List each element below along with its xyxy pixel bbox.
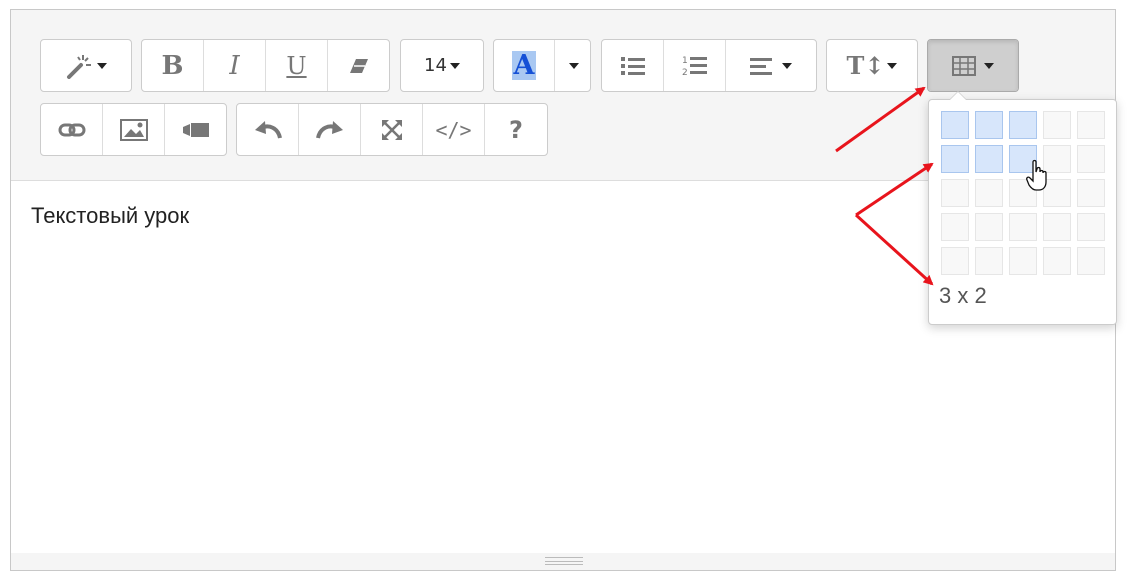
chevron-down-icon (569, 62, 579, 69)
table-group (927, 39, 1019, 92)
svg-text:2: 2 (682, 68, 688, 78)
fullscreen-button[interactable] (361, 104, 423, 155)
undo-icon (254, 120, 282, 139)
table-size-cell[interactable] (1043, 145, 1071, 173)
table-size-cell[interactable] (941, 111, 969, 139)
editor-content-text: Текстовый урок (31, 203, 190, 228)
style-group (40, 39, 132, 92)
bullet-list-icon (620, 56, 645, 75)
bold-icon: B (161, 50, 184, 81)
table-size-cell[interactable] (941, 145, 969, 173)
align-icon (750, 57, 772, 75)
undo-button[interactable] (237, 104, 299, 155)
font-color-icon: A (511, 50, 537, 81)
table-size-cell[interactable] (1009, 145, 1037, 173)
table-size-cell[interactable] (1043, 111, 1071, 139)
table-size-cell[interactable] (1043, 179, 1071, 207)
font-color-button[interactable]: A (494, 40, 555, 91)
table-size-cell[interactable] (1077, 145, 1105, 173)
table-size-cell[interactable] (975, 247, 1003, 275)
table-size-cell[interactable] (975, 179, 1003, 207)
table-size-cell[interactable] (975, 111, 1003, 139)
editor-statusbar (11, 553, 1115, 570)
image-icon (119, 118, 148, 141)
resize-handle[interactable] (545, 557, 583, 565)
table-size-cell[interactable] (1009, 247, 1037, 275)
line-height-dropdown-button[interactable]: T↕ (827, 40, 917, 91)
italic-button[interactable]: I (204, 40, 266, 91)
chevron-down-icon (782, 62, 792, 69)
bold-button[interactable]: B (142, 40, 204, 91)
table-size-cell[interactable] (1043, 247, 1071, 275)
svg-text:1: 1 (682, 56, 688, 66)
table-size-cell[interactable] (1009, 179, 1037, 207)
table-size-picker: 3 x 2 (928, 91, 1117, 325)
video-button[interactable] (165, 104, 226, 155)
line-height-group: T↕ (826, 39, 918, 92)
font-size-dropdown[interactable]: 14 (401, 40, 483, 91)
chevron-down-icon (984, 62, 994, 69)
table-dropdown-button[interactable] (928, 40, 1018, 91)
chevron-down-icon (96, 62, 107, 69)
font-color-dropdown-button[interactable] (555, 40, 590, 91)
font-size-group: 14 (400, 39, 484, 92)
code-view-icon: </> (435, 117, 472, 142)
insert-group (40, 103, 227, 156)
redo-icon (315, 120, 343, 139)
fullscreen-icon (381, 119, 402, 140)
redo-button[interactable] (299, 104, 361, 155)
image-button[interactable] (103, 104, 165, 155)
underline-button[interactable]: U (266, 40, 328, 91)
align-dropdown-button[interactable] (726, 40, 816, 91)
misc-group: </> ? (236, 103, 548, 156)
magic-wand-icon (66, 54, 91, 79)
chevron-down-icon (887, 62, 898, 69)
italic-icon: I (229, 50, 240, 81)
clear-format-button[interactable] (328, 40, 389, 91)
bullet-list-button[interactable] (602, 40, 664, 91)
help-icon: ? (509, 115, 523, 144)
font-size-value: 14 (424, 55, 447, 76)
chevron-down-icon (449, 62, 460, 69)
table-size-cell[interactable] (1009, 111, 1037, 139)
format-group: B I U (141, 39, 390, 92)
style-dropdown-button[interactable] (41, 40, 131, 91)
link-icon (58, 123, 85, 136)
table-size-cell[interactable] (975, 145, 1003, 173)
underline-icon: U (286, 51, 307, 80)
table-size-cell[interactable] (1043, 213, 1071, 241)
table-size-cell[interactable] (941, 247, 969, 275)
font-color-group: A (493, 39, 591, 92)
line-height-icon: T↕ (846, 51, 885, 80)
table-size-cell[interactable] (1077, 213, 1105, 241)
table-size-cell[interactable] (1077, 111, 1105, 139)
table-icon (952, 55, 976, 76)
table-size-cell[interactable] (975, 213, 1003, 241)
paragraph-group: 1 2 (601, 39, 817, 92)
help-button[interactable]: ? (485, 104, 547, 155)
table-size-cell[interactable] (1077, 179, 1105, 207)
code-view-button[interactable]: </> (423, 104, 485, 155)
table-size-cell[interactable] (941, 213, 969, 241)
numbered-list-button[interactable]: 1 2 (664, 40, 726, 91)
link-button[interactable] (41, 104, 103, 155)
numbered-list-icon: 1 2 (682, 56, 707, 78)
table-size-cell[interactable] (1077, 247, 1105, 275)
eraser-icon (349, 58, 368, 73)
table-size-cell[interactable] (941, 179, 969, 207)
table-dimension-label: 3 x 2 (939, 283, 987, 308)
table-size-grid[interactable] (941, 111, 1105, 275)
video-icon (182, 122, 209, 137)
table-size-cell[interactable] (1009, 213, 1037, 241)
